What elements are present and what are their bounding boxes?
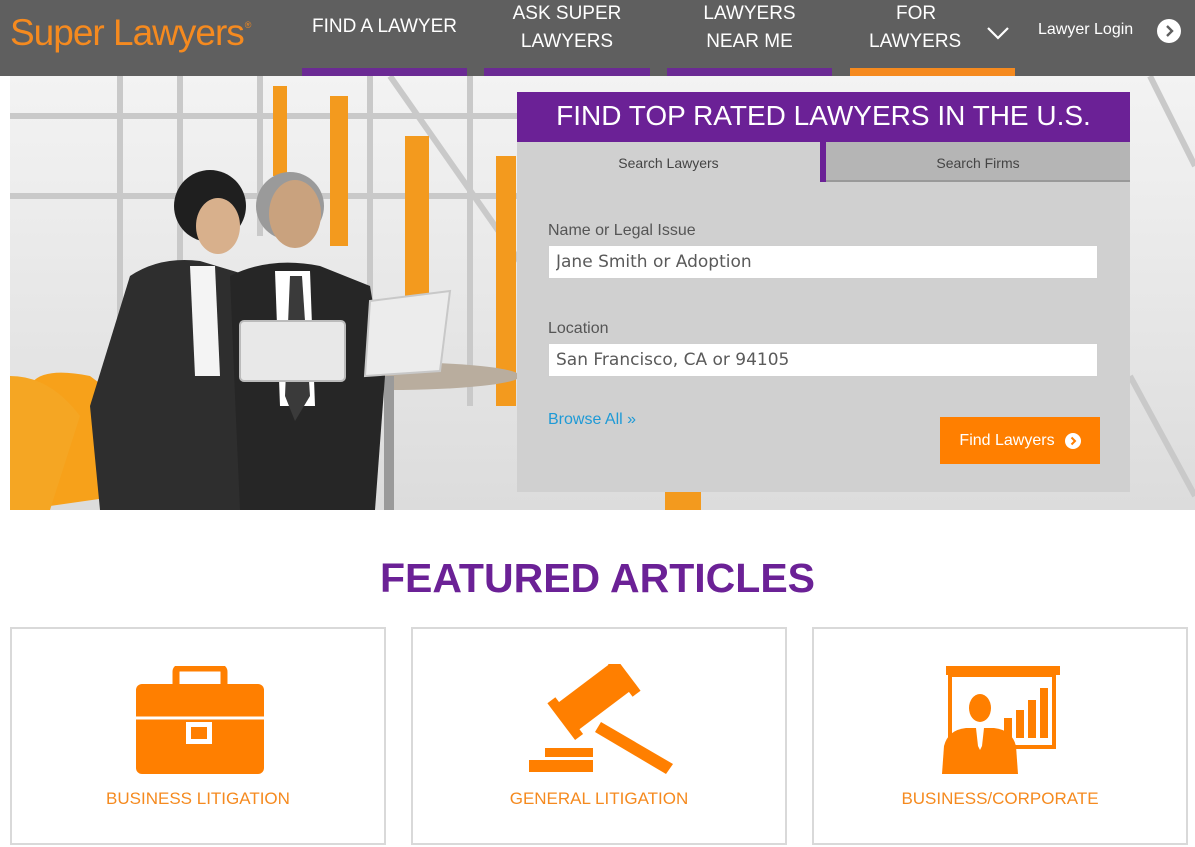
chevron-right-circle-icon xyxy=(1064,432,1081,449)
nav-ask-super-lawyers[interactable]: ASK SUPER LAWYERS xyxy=(484,0,650,76)
gavel-icon xyxy=(529,664,673,774)
logo-text: Super Lawyers xyxy=(10,12,245,53)
site-logo[interactable]: Super Lawyers® xyxy=(10,12,252,54)
tab-search-lawyers[interactable]: Search Lawyers xyxy=(517,142,826,182)
chevron-down-icon[interactable] xyxy=(985,20,1011,46)
location-input[interactable] xyxy=(548,343,1098,377)
name-field-label: Name or Legal Issue xyxy=(548,222,696,239)
article-card-business-corporate[interactable]: BUSINESS/CORPORATE xyxy=(812,627,1188,845)
nav-underline xyxy=(484,68,650,76)
name-or-legal-issue-input[interactable] xyxy=(548,245,1098,279)
nav-label: FIND A LAWYER xyxy=(312,16,457,37)
browse-all-link[interactable]: Browse All » xyxy=(548,411,636,429)
nav-underline xyxy=(302,68,467,76)
nav-lawyers-near-me[interactable]: LAWYERS NEAR ME xyxy=(667,0,832,76)
nav-underline xyxy=(667,68,832,76)
article-card-label: BUSINESS LITIGATION xyxy=(106,789,290,808)
article-card-label: GENERAL LITIGATION xyxy=(509,789,689,808)
nav-find-a-lawyer[interactable]: FIND A LAWYER xyxy=(302,0,467,76)
registered-mark: ® xyxy=(244,20,252,30)
search-title: FIND TOP RATED LAWYERS IN THE U.S. xyxy=(517,92,1130,142)
article-card-general-litigation[interactable]: GENERAL LITIGATION xyxy=(411,627,787,845)
nav-label-line1: LAWYERS xyxy=(703,3,796,24)
chevron-right-circle-icon[interactable] xyxy=(1157,19,1181,43)
presentation-icon xyxy=(942,666,1060,774)
nav-label-line2: LAWYERS xyxy=(520,31,614,52)
find-lawyers-button[interactable]: Find Lawyers xyxy=(940,417,1100,464)
nav-label-line1: ASK SUPER xyxy=(512,3,622,24)
featured-articles-title: FEATURED ARTICLES xyxy=(379,555,816,601)
nav-underline-active xyxy=(850,68,1015,76)
tab-search-firms[interactable]: Search Firms xyxy=(826,142,1130,182)
find-lawyers-label: Find Lawyers xyxy=(959,431,1055,449)
lawyer-login-link[interactable]: Lawyer Login xyxy=(1038,21,1133,39)
location-field-label: Location xyxy=(548,320,609,337)
article-card-business-litigation[interactable]: BUSINESS LITIGATION xyxy=(10,627,386,845)
article-card-label: BUSINESS/CORPORATE xyxy=(901,789,1099,808)
nav-label-line2: NEAR ME xyxy=(706,31,793,52)
site-header: Super Lawyers® FIND A LAWYER ASK SUPER L… xyxy=(0,0,1195,76)
briefcase-icon xyxy=(136,666,264,774)
